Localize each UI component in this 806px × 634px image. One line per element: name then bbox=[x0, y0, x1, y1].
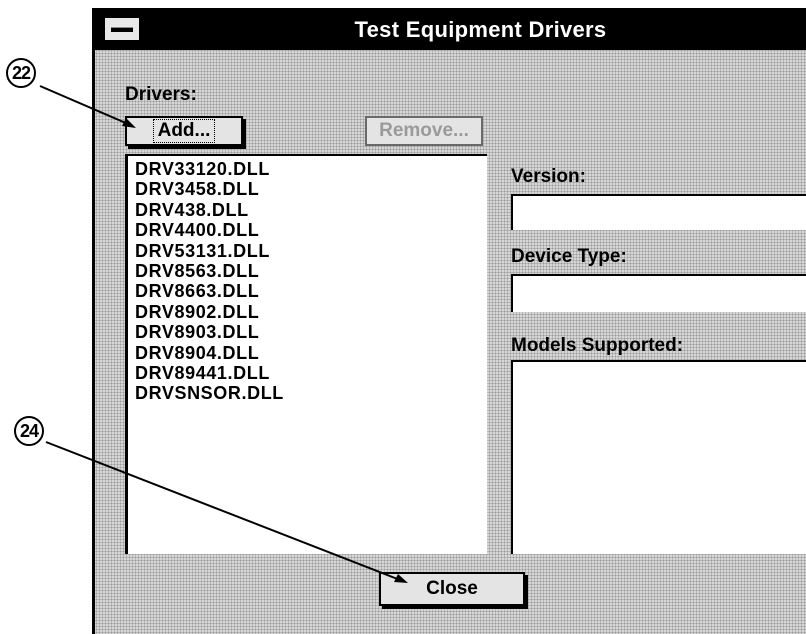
callout-22-arrowhead bbox=[122, 118, 136, 128]
callout-leader-lines bbox=[39, 85, 408, 583]
callout-24: 24 bbox=[14, 416, 44, 446]
callout-22: 22 bbox=[6, 58, 36, 88]
callout-24-leader bbox=[45, 441, 401, 581]
callout-22-leader bbox=[39, 85, 129, 125]
callout-24-arrowhead bbox=[394, 574, 408, 583]
